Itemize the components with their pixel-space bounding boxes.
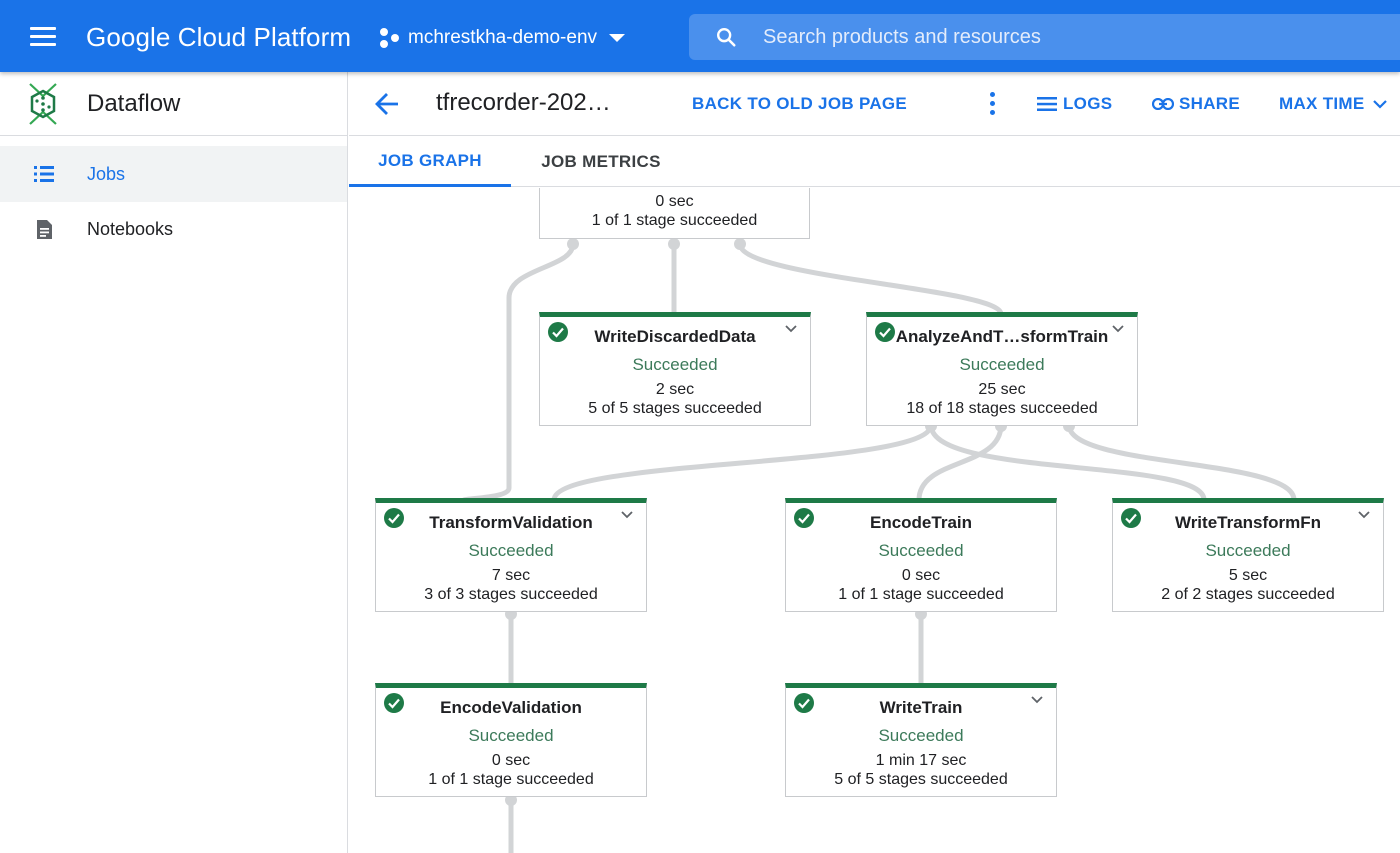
node-time: 1 min 17 sec <box>875 752 967 769</box>
node-stages: 1 of 1 stage succeeded <box>838 586 1004 603</box>
back-arrow-icon[interactable] <box>373 90 401 118</box>
graph-node-top[interactable]: 0 sec 1 of 1 stage succeeded <box>539 188 810 239</box>
product-header: Dataflow <box>0 72 347 136</box>
sidebar-item-jobs[interactable]: Jobs <box>0 146 347 202</box>
more-vert-icon[interactable] <box>987 92 997 118</box>
chevron-down-icon <box>1372 100 1387 109</box>
sidebar-item-label: Jobs <box>87 163 126 184</box>
graph-node-encode-train[interactable]: EncodeTrain Succeeded 0 sec 1 of 1 stage… <box>785 498 1057 612</box>
node-stages: 1 of 1 stage succeeded <box>591 212 758 229</box>
node-time: 25 sec <box>978 381 1026 398</box>
max-time-label: MAX TIME <box>1279 94 1365 113</box>
node-name: WriteTrain <box>879 698 963 717</box>
node-status: Succeeded <box>632 355 718 374</box>
node-status: Succeeded <box>878 541 964 560</box>
graph-node-write-discarded-data[interactable]: WriteDiscardedData Succeeded 2 sec 5 of … <box>539 312 811 426</box>
max-time-dropdown[interactable]: MAX TIME <box>1279 94 1387 114</box>
graph-node-write-transform-fn[interactable]: WriteTransformFn Succeeded 5 sec 2 of 2 … <box>1112 498 1384 612</box>
node-time: 0 sec <box>491 752 531 769</box>
node-name: TransformValidation <box>429 513 593 532</box>
job-graph-canvas[interactable]: 0 sec 1 of 1 stage succeeded WriteDiscar… <box>349 188 1400 853</box>
search-icon <box>717 28 736 47</box>
node-stages: 5 of 5 stages succeeded <box>834 771 1008 788</box>
node-time: 7 sec <box>491 567 531 584</box>
logs-icon <box>1037 97 1057 111</box>
node-status: Succeeded <box>468 541 554 560</box>
node-name: WriteDiscardedData <box>594 327 756 346</box>
graph-edge <box>916 422 1004 503</box>
share-label: SHARE <box>1179 94 1241 113</box>
node-status: Succeeded <box>1205 541 1291 560</box>
back-to-old-job-page-link[interactable]: BACK TO OLD JOB PAGE <box>692 94 907 114</box>
product-title: Dataflow <box>87 89 181 117</box>
node-stages: 3 of 3 stages succeeded <box>424 586 598 603</box>
node-name: EncodeValidation <box>440 698 582 717</box>
graph-node-transform-validation[interactable]: TransformValidation Succeeded 7 sec 3 of… <box>375 498 647 612</box>
search-bar[interactable] <box>689 14 1400 60</box>
node-name: EncodeTrain <box>869 513 973 532</box>
job-header: tfrecorder-202… BACK TO OLD JOB PAGE LOG… <box>349 72 1400 136</box>
left-sidebar: Dataflow Jobs Notebooks <box>0 72 348 853</box>
logs-button[interactable]: LOGS <box>1037 94 1112 114</box>
edge-port <box>567 238 579 250</box>
node-time: 5 sec <box>1228 567 1268 584</box>
graph-node-encode-validation[interactable]: EncodeValidation Succeeded 0 sec 1 of 1 … <box>375 683 647 797</box>
platform-brand[interactable]: Google Cloud Platform <box>86 22 351 53</box>
graph-edge <box>1066 422 1297 503</box>
job-tabs: JOB GRAPH JOB METRICS <box>349 137 1400 187</box>
node-stages: 1 of 1 stage succeeded <box>428 771 594 788</box>
node-status: Succeeded <box>468 726 554 745</box>
graph-node-analyze-and-transform-train[interactable]: AnalyzeAndT…sformTrain Succeeded 25 sec … <box>866 312 1138 426</box>
graph-edge <box>737 241 1004 317</box>
node-time: 0 sec <box>655 193 694 210</box>
node-name: WriteTransformFn <box>1174 513 1322 532</box>
hamburger-menu-icon[interactable] <box>30 27 56 47</box>
tab-job-metrics[interactable]: JOB METRICS <box>521 137 681 187</box>
share-button[interactable]: SHARE <box>1152 94 1240 114</box>
node-stages: 5 of 5 stages succeeded <box>588 400 762 417</box>
node-name: AnalyzeAndT…sformTrain <box>895 327 1109 346</box>
top-app-bar: Google Cloud Platform mchrestkha-demo-en… <box>0 0 1400 72</box>
node-time: 0 sec <box>901 567 941 584</box>
project-selector[interactable]: mchrestkha-demo-env <box>380 24 626 52</box>
node-time: 2 sec <box>655 381 695 398</box>
caret-down-icon <box>609 34 626 42</box>
dataflow-logo-icon <box>29 82 57 125</box>
search-input[interactable] <box>763 14 1363 60</box>
sidebar-item-label: Notebooks <box>87 218 174 239</box>
edge-port <box>734 238 746 250</box>
link-icon <box>1152 98 1174 110</box>
node-status: Succeeded <box>878 726 964 745</box>
app-window: Google Cloud Platform mchrestkha-demo-en… <box>0 0 1400 853</box>
list-icon <box>34 165 54 183</box>
edge-port <box>668 238 680 250</box>
graph-edge <box>551 422 934 503</box>
job-title: tfrecorder-202… <box>436 89 611 116</box>
project-dots-icon <box>380 27 400 49</box>
project-name: mchrestkha-demo-env <box>408 27 598 48</box>
notebook-icon <box>34 219 54 240</box>
node-status: Succeeded <box>959 355 1045 374</box>
graph-node-write-train[interactable]: WriteTrain Succeeded 1 min 17 sec 5 of 5… <box>785 683 1057 797</box>
sidebar-item-notebooks[interactable]: Notebooks <box>0 202 347 256</box>
node-stages: 18 of 18 stages succeeded <box>906 400 1098 417</box>
tab-job-graph[interactable]: JOB GRAPH <box>349 137 511 187</box>
node-stages: 2 of 2 stages succeeded <box>1161 586 1335 603</box>
logs-label: LOGS <box>1063 94 1113 113</box>
